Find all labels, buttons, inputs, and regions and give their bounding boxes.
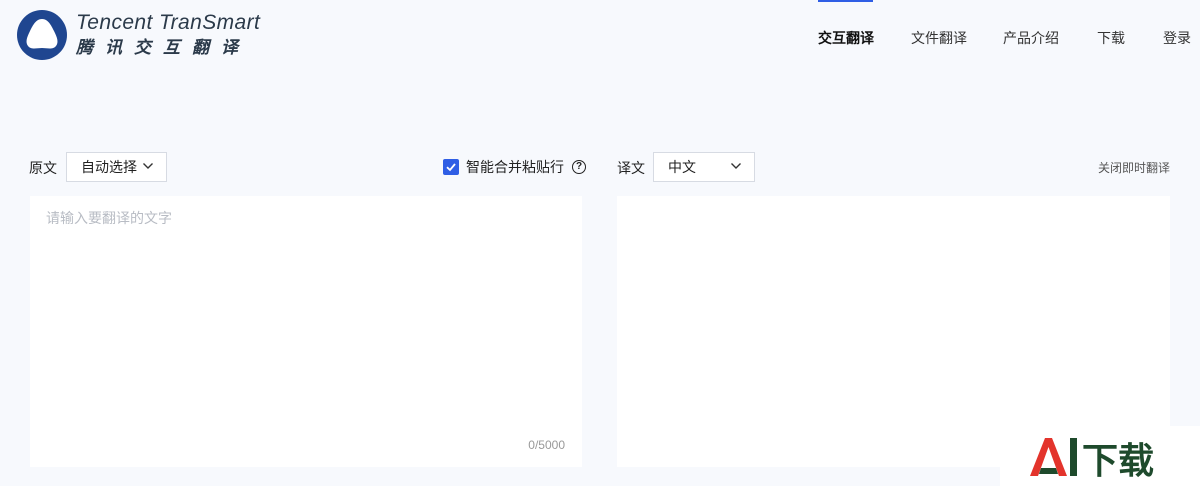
close-instant-translate-link[interactable]: 关闭即时翻译 xyxy=(1098,159,1170,176)
ai-download-watermark-logo: 下载 xyxy=(1030,438,1154,480)
logo[interactable]: Tencent TranSmart 腾讯交互翻译 xyxy=(16,9,260,61)
transmart-logo-icon xyxy=(17,10,67,60)
chevron-down-icon xyxy=(143,163,153,169)
merge-paste-checkbox[interactable] xyxy=(443,159,459,175)
nav-item-product-intro[interactable]: 产品介绍 xyxy=(1003,28,1059,48)
nav-item-file-translate[interactable]: 文件翻译 xyxy=(911,28,967,48)
source-label: 原文 xyxy=(29,160,57,176)
nav-item-download[interactable]: 下载 xyxy=(1097,28,1125,48)
checkmark-icon xyxy=(446,163,456,172)
character-counter: 0/5000 xyxy=(528,438,565,452)
target-label: 译文 xyxy=(617,160,645,176)
target-language-value: 中文 xyxy=(668,159,696,175)
nav-active-indicator-bar xyxy=(818,0,873,2)
chevron-down-icon xyxy=(731,163,741,169)
logo-text: Tencent TranSmart 腾讯交互翻译 xyxy=(76,11,260,59)
svg-text:下载: 下载 xyxy=(1082,441,1154,480)
header: Tencent TranSmart 腾讯交互翻译 交互翻译 文件翻译 产品介绍 … xyxy=(0,0,1200,78)
nav-item-login[interactable]: 登录 xyxy=(1163,28,1191,48)
source-text-input[interactable] xyxy=(46,208,566,428)
merge-paste-label: 智能合并粘贴行 xyxy=(466,159,564,175)
source-language-select[interactable]: 自动选择 xyxy=(66,152,167,182)
source-language-value: 自动选择 xyxy=(81,159,137,175)
logo-english: Tencent TranSmart xyxy=(76,11,261,34)
nav-item-interactive-translate[interactable]: 交互翻译 xyxy=(818,28,874,48)
merge-paste-option[interactable]: 智能合并粘贴行 ? xyxy=(443,157,586,177)
help-icon[interactable]: ? xyxy=(572,160,586,174)
source-text-panel: 0/5000 xyxy=(30,196,582,467)
target-language-select[interactable]: 中文 xyxy=(653,152,755,182)
logo-chinese: 腾讯交互翻译 xyxy=(76,38,250,57)
